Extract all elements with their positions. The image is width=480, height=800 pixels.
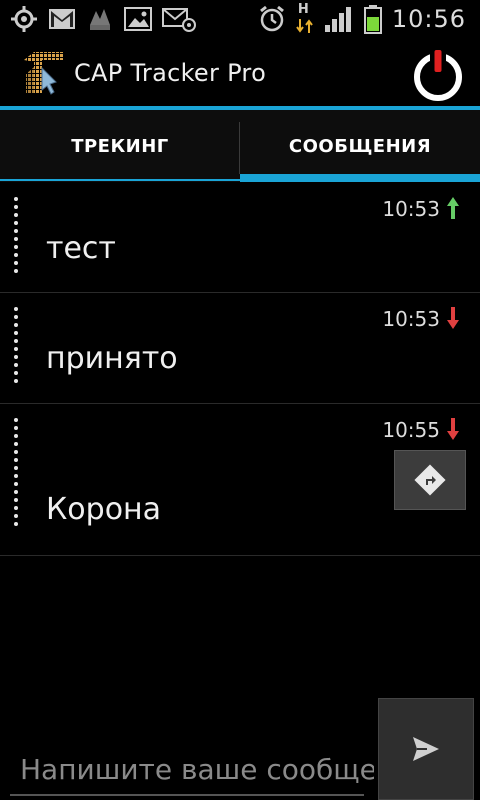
message-time: 10:53 xyxy=(382,197,440,221)
app-logo-icon xyxy=(24,52,64,95)
message-item[interactable]: 10:53 принято xyxy=(0,293,480,404)
message-time: 10:55 xyxy=(382,418,440,442)
send-button[interactable] xyxy=(378,698,474,800)
network-icon: H xyxy=(296,2,314,34)
app-icon xyxy=(90,9,110,30)
gmail-icon xyxy=(49,9,75,29)
status-bar: H 10:56 xyxy=(0,0,480,38)
status-time: 10:56 xyxy=(391,5,466,33)
network-type-label: H xyxy=(297,2,309,17)
outgoing-arrow-icon xyxy=(447,197,459,219)
message-input[interactable] xyxy=(10,740,374,798)
message-text: тест xyxy=(46,231,116,266)
message-text: Корона xyxy=(46,492,162,527)
send-icon xyxy=(413,737,439,761)
tab-messages[interactable]: СООБЩЕНИЯ xyxy=(240,110,480,182)
tab-bar: ТРЕКИНГ СООБЩЕНИЯ xyxy=(0,110,480,182)
drag-handle-icon[interactable] xyxy=(14,307,24,387)
tab-underline xyxy=(0,179,240,181)
alarm-icon xyxy=(259,5,284,32)
power-icon[interactable] xyxy=(410,47,466,103)
directions-button[interactable] xyxy=(394,450,466,510)
tab-tracking[interactable]: ТРЕКИНГ xyxy=(0,110,240,182)
directions-icon xyxy=(414,464,446,496)
message-text: принято xyxy=(46,341,178,376)
battery-icon xyxy=(363,5,382,34)
email-icon xyxy=(162,8,196,32)
tab-divider xyxy=(239,122,240,174)
tab-selected-indicator xyxy=(240,174,480,182)
input-underline xyxy=(10,794,364,796)
notification-icons xyxy=(10,6,196,32)
signal-icon xyxy=(324,7,351,32)
app-title: CAP Tracker Pro xyxy=(74,59,267,87)
gallery-icon xyxy=(124,7,152,31)
message-item[interactable]: 10:53 тест xyxy=(0,183,480,293)
message-time: 10:53 xyxy=(382,307,440,331)
message-composer xyxy=(10,740,374,800)
incoming-arrow-icon xyxy=(447,307,459,329)
incoming-arrow-icon xyxy=(447,418,459,440)
drag-handle-icon[interactable] xyxy=(14,197,24,277)
drag-handle-icon[interactable] xyxy=(14,418,24,530)
system-icons: H 10:56 xyxy=(258,2,466,34)
gps-icon xyxy=(11,6,37,32)
